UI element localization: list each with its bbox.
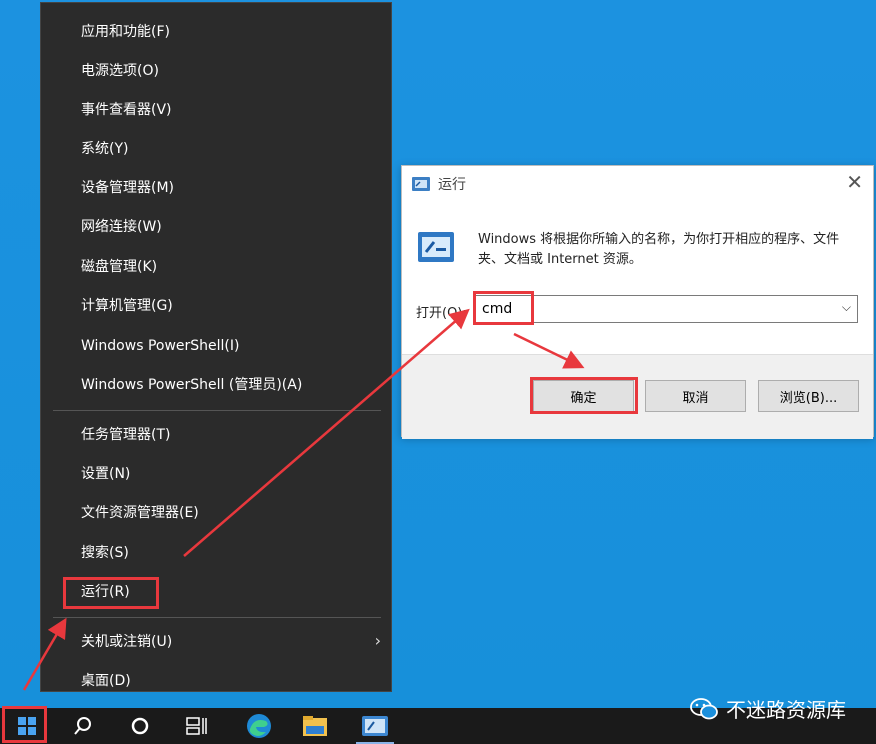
- cortana-icon[interactable]: [117, 708, 163, 744]
- run-program-icon: [418, 232, 454, 266]
- run-app-icon[interactable]: [352, 708, 398, 744]
- wechat-icon: [690, 697, 718, 721]
- menu-item-settings[interactable]: 设置(N): [81, 460, 130, 488]
- menu-item-task-manager[interactable]: 任务管理器(T): [81, 421, 170, 449]
- chevron-down-icon[interactable]: ⌵: [842, 300, 851, 315]
- highlight-run-item: [63, 577, 159, 609]
- highlight-ok-button: [530, 377, 638, 414]
- watermark-text: 不迷路资源库: [726, 698, 846, 722]
- menu-item-event-viewer[interactable]: 事件查看器(V): [81, 96, 172, 124]
- menu-item-powershell[interactable]: Windows PowerShell(I): [81, 332, 239, 360]
- task-view-icon[interactable]: [174, 708, 220, 744]
- menu-item-desktop[interactable]: 桌面(D): [81, 667, 131, 695]
- watermark: 不迷路资源库: [690, 694, 846, 723]
- menu-item-search[interactable]: 搜索(S): [81, 539, 129, 567]
- run-title: 运行: [438, 177, 466, 193]
- file-explorer-icon[interactable]: [292, 708, 338, 744]
- highlight-input: [473, 291, 534, 325]
- menu-item-powershell-admin[interactable]: Windows PowerShell (管理员)(A): [81, 371, 302, 399]
- open-label: 打开(O):: [416, 306, 467, 321]
- menu-item-power-options[interactable]: 电源选项(O): [81, 57, 159, 85]
- menu-item-computer-management[interactable]: 计算机管理(G): [81, 292, 173, 320]
- browse-button[interactable]: 浏览(B)...: [758, 380, 859, 412]
- menu-item-apps-features[interactable]: 应用和功能(F): [81, 18, 170, 46]
- close-icon[interactable]: ✕: [846, 170, 863, 194]
- menu-item-system[interactable]: 系统(Y): [81, 135, 128, 163]
- chevron-right-icon: ›: [374, 631, 381, 650]
- menu-item-network[interactable]: 网络连接(W): [81, 213, 162, 241]
- menu-separator: [53, 617, 381, 618]
- menu-separator: [53, 410, 381, 411]
- menu-item-file-explorer[interactable]: 文件资源管理器(E): [81, 499, 199, 527]
- cancel-button[interactable]: 取消: [645, 380, 746, 412]
- menu-item-disk-management[interactable]: 磁盘管理(K): [81, 253, 157, 281]
- menu-item-device-manager[interactable]: 设备管理器(M): [81, 174, 174, 202]
- menu-item-shutdown[interactable]: 关机或注销(U): [81, 628, 172, 656]
- run-titlebar[interactable]: 运行 ✕: [402, 166, 873, 200]
- highlight-start-button: [2, 706, 47, 743]
- run-app-icon: [412, 176, 430, 195]
- edge-icon[interactable]: [236, 708, 282, 744]
- search-icon[interactable]: [60, 708, 106, 744]
- run-description: Windows 将根据你所输入的名称，为你打开相应的程序、文件夹、文档或 Int…: [478, 232, 840, 267]
